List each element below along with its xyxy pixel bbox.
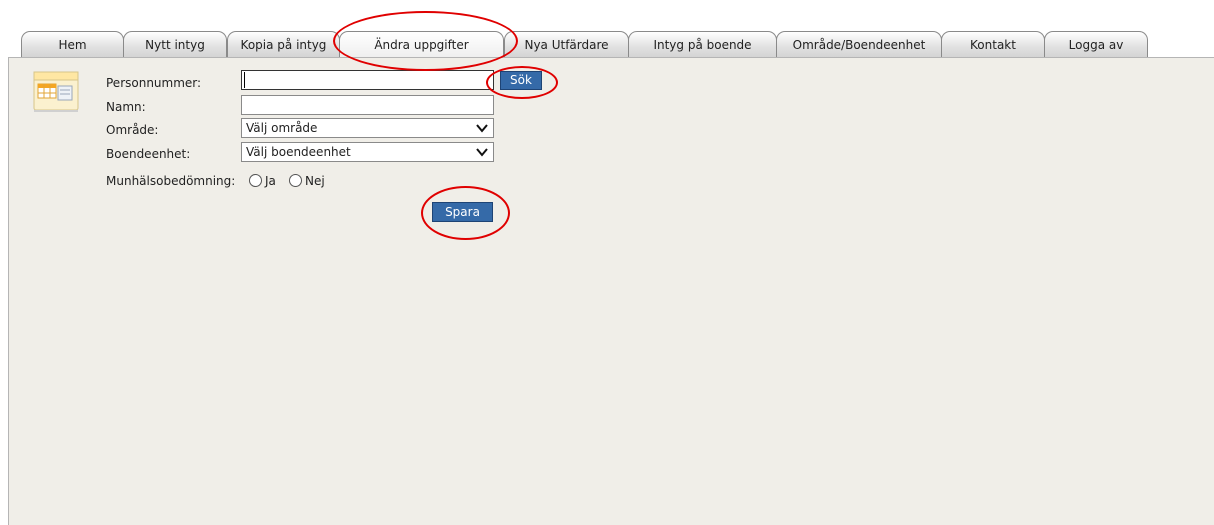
namn-input[interactable] — [241, 95, 494, 115]
personnummer-label: Personnummer: — [106, 76, 202, 90]
chevron-down-icon — [476, 148, 488, 157]
text-caret — [244, 72, 245, 88]
tab-kopia-pa-intyg[interactable]: Kopia på intyg — [227, 31, 340, 57]
omrade-selected-value: Välj område — [246, 121, 318, 135]
chevron-down-icon — [476, 124, 488, 133]
tab-bar: Hem Nytt intyg Kopia på intyg Ändra uppg… — [0, 0, 1214, 57]
tab-kontakt[interactable]: Kontakt — [941, 31, 1045, 57]
tab-nya-utfardare[interactable]: Nya Utfärdare — [504, 31, 629, 57]
personnummer-input[interactable] — [241, 70, 494, 90]
boendeenhet-select[interactable]: Välj boendeenhet — [241, 142, 494, 162]
omrade-label: Område: — [106, 123, 159, 137]
munhalso-label: Munhälsobedömning: — [106, 174, 236, 188]
save-button[interactable]: Spara — [432, 202, 493, 222]
radio-nej[interactable] — [289, 174, 302, 187]
tab-nytt-intyg[interactable]: Nytt intyg — [123, 31, 227, 57]
tab-logga-av[interactable]: Logga av — [1044, 31, 1148, 57]
boendeenhet-selected-value: Välj boendeenhet — [246, 145, 351, 159]
folder-table-icon — [33, 71, 79, 112]
radio-ja-label: Ja — [265, 174, 276, 188]
boendeenhet-label: Boendeenhet: — [106, 147, 191, 161]
search-button[interactable]: Sök — [500, 71, 542, 90]
radio-nej-label: Nej — [305, 174, 325, 188]
tab-intyg-pa-boende[interactable]: Intyg på boende — [628, 31, 777, 57]
namn-label: Namn: — [106, 100, 146, 114]
tab-omrade-boendeenhet[interactable]: Område/Boendeenhet — [776, 31, 942, 57]
radio-ja[interactable] — [249, 174, 262, 187]
tab-andra-uppgifter[interactable]: Ändra uppgifter — [339, 31, 504, 57]
omrade-select[interactable]: Välj område — [241, 118, 494, 138]
tab-hem[interactable]: Hem — [21, 31, 124, 57]
content-panel — [8, 57, 1214, 525]
